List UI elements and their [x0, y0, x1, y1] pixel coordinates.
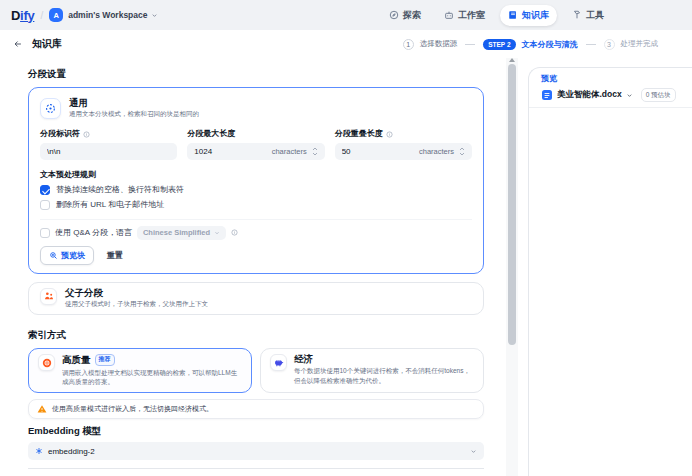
- top-navbar: Dify / A admin's Workspace 探索 工作室 知识库 工具: [0, 0, 692, 30]
- warning-text: 使用高质量模式进行嵌入后，无法切换回经济模式。: [52, 404, 213, 414]
- preview-panel: 预览 美业智能体.docx 0 预估块: [528, 67, 692, 476]
- economical-title: 经济: [294, 354, 313, 364]
- main-content: 分段设置 通用 通用文本分块模式，检索和召回的块是相同的 分段标识符 分段最大长…: [28, 58, 484, 469]
- max-length-stepper[interactable]: [312, 147, 318, 157]
- explore-icon: [389, 10, 399, 20]
- economical-icon: [270, 354, 287, 371]
- segmentation-section-title: 分段设置: [28, 68, 484, 81]
- rule-replace-whitespace-checkbox[interactable]: [40, 185, 50, 195]
- chevron-down-icon: [470, 448, 477, 455]
- workspace-chevron-down-icon[interactable]: [151, 12, 158, 19]
- magnifier-icon: [49, 251, 58, 260]
- workspace-avatar[interactable]: A: [49, 8, 63, 22]
- parent-child-description: 使用父子模式时，子块用于检索，父块用作上下文: [65, 300, 208, 309]
- overlap-input[interactable]: [342, 147, 419, 156]
- dify-logo[interactable]: Dify: [11, 8, 34, 23]
- max-length-unit: characters: [272, 147, 307, 156]
- step-indicator: 1 选择数据源 STEP 2 文本分段与清洗 3 处理并完成: [403, 30, 658, 58]
- high-quality-title: 高质量: [62, 355, 91, 365]
- economical-description: 每个数据块使用10个关键词进行检索，不会消耗任何tokens，但会以降低检索准确…: [294, 366, 474, 384]
- parent-child-mode-card[interactable]: 父子分段 使用父子模式时，子块用于检索，父块用作上下文: [28, 282, 484, 315]
- qa-segmentation-checkbox[interactable]: [40, 228, 50, 238]
- step-2-label: 文本分段与清洗: [522, 39, 578, 50]
- studio-icon: [444, 10, 454, 20]
- max-length-field: 分段最大长度 characters: [187, 130, 324, 160]
- info-icon: [83, 131, 90, 138]
- qa-segmentation-label: 使用 Q&A 分段，语言: [55, 227, 132, 238]
- scrollbar-thumb[interactable]: [508, 64, 516, 345]
- general-mode-icon: [40, 98, 61, 119]
- qa-language-value: Chinese Simplified: [143, 228, 210, 237]
- nav-item-knowledge[interactable]: 知识库: [500, 5, 557, 26]
- general-mode-card[interactable]: 通用 通用文本分块模式，检索和召回的块是相同的 分段标识符 分段最大长度 cha…: [28, 87, 484, 274]
- nav-item-label: 知识库: [522, 9, 549, 22]
- step-divider: [465, 44, 475, 45]
- overlap-field: 分段重叠长度 characters: [335, 130, 472, 160]
- high-quality-icon: [38, 354, 55, 371]
- embedding-section-title: Embedding 模型: [28, 425, 484, 438]
- step-3-circle: 3: [604, 39, 615, 50]
- warning-icon: [37, 404, 47, 414]
- divider: [40, 219, 472, 220]
- rule-remove-urls-checkbox[interactable]: [40, 200, 50, 210]
- delimiter-input[interactable]: [47, 147, 170, 156]
- index-method-section-title: 索引方式: [28, 329, 484, 342]
- nav-item-explore[interactable]: 探索: [381, 5, 429, 26]
- info-icon: [386, 131, 393, 138]
- info-icon: [231, 229, 238, 236]
- file-chevron-down-icon[interactable]: [626, 92, 633, 99]
- page-title[interactable]: 知识库: [32, 37, 62, 51]
- back-arrow-icon[interactable]: [13, 39, 23, 49]
- qa-language-select[interactable]: Chinese Simplified: [137, 226, 226, 240]
- index-economical-card[interactable]: 经济 每个数据块使用10个关键词进行检索，不会消耗任何tokens，但会以降低检…: [260, 348, 484, 393]
- parent-child-title: 父子分段: [65, 288, 208, 298]
- nav-item-tools[interactable]: 工具: [564, 5, 612, 26]
- step-2-badge: STEP 2: [483, 39, 515, 50]
- index-high-quality-card[interactable]: 高质量 推荐 调用嵌入模型处理文档以实现更精确的检索，可以帮助LLM生成高质量的…: [28, 348, 252, 393]
- document-icon: [541, 89, 553, 101]
- preview-title: 预览: [541, 73, 692, 84]
- breadcrumb-separator: /: [40, 10, 43, 21]
- nav-item-label: 工具: [586, 9, 604, 22]
- step-3-label: 处理并完成: [621, 39, 659, 49]
- workspace-name[interactable]: admin's Workspace: [68, 10, 147, 20]
- rule-remove-urls-label: 删除所有 URL 和电子邮件地址: [56, 200, 164, 210]
- step-divider: [586, 44, 596, 45]
- index-mode-warning: 使用高质量模式进行嵌入后，无法切换回经济模式。: [28, 399, 484, 419]
- max-length-label: 分段最大长度: [187, 130, 235, 139]
- embedding-model-select[interactable]: embedding-2: [28, 442, 484, 460]
- delimiter-field: 分段标识符: [40, 130, 177, 160]
- preview-file-name[interactable]: 美业智能体.docx: [557, 89, 622, 101]
- overlap-stepper[interactable]: [459, 147, 465, 157]
- general-mode-description: 通用文本分块模式，检索和召回的块是相同的: [69, 110, 199, 119]
- divider: [28, 468, 484, 469]
- nav-item-label: 工作室: [458, 9, 485, 22]
- overlap-label: 分段重叠长度: [335, 130, 383, 139]
- embedding-model-value: embedding-2: [48, 447, 95, 456]
- delimiter-label: 分段标识符: [40, 130, 80, 139]
- max-length-input[interactable]: [194, 147, 271, 156]
- estimated-chunks-badge: 0 预估块: [641, 88, 676, 102]
- book-icon: [508, 10, 518, 20]
- reset-button[interactable]: 重置: [107, 250, 123, 261]
- preprocessing-rules-title: 文本预处理规则: [40, 170, 472, 180]
- rule-replace-whitespace-label: 替换掉连续的空格、换行符和制表符: [56, 185, 184, 195]
- step-1-circle: 1: [403, 39, 414, 50]
- nav-item-label: 探索: [403, 9, 421, 22]
- preview-chunk-label: 预览块: [61, 250, 85, 261]
- nav-item-studio[interactable]: 工作室: [436, 5, 493, 26]
- overlap-unit: characters: [419, 147, 454, 156]
- general-mode-title: 通用: [69, 98, 199, 108]
- divider: [529, 107, 692, 108]
- parent-child-icon: [40, 288, 57, 305]
- preview-chunk-button[interactable]: 预览块: [40, 246, 94, 265]
- tools-icon: [572, 10, 582, 20]
- main-nav: 探索 工作室 知识库 工具: [381, 0, 612, 30]
- step-1-label: 选择数据源: [420, 39, 458, 49]
- scrollbar-up-arrow[interactable]: [509, 58, 515, 62]
- high-quality-description: 调用嵌入模型处理文档以实现更精确的检索，可以帮助LLM生成高质量的答案。: [62, 368, 242, 386]
- embedding-model-icon: [35, 447, 43, 455]
- recommend-badge: 推荐: [95, 354, 115, 366]
